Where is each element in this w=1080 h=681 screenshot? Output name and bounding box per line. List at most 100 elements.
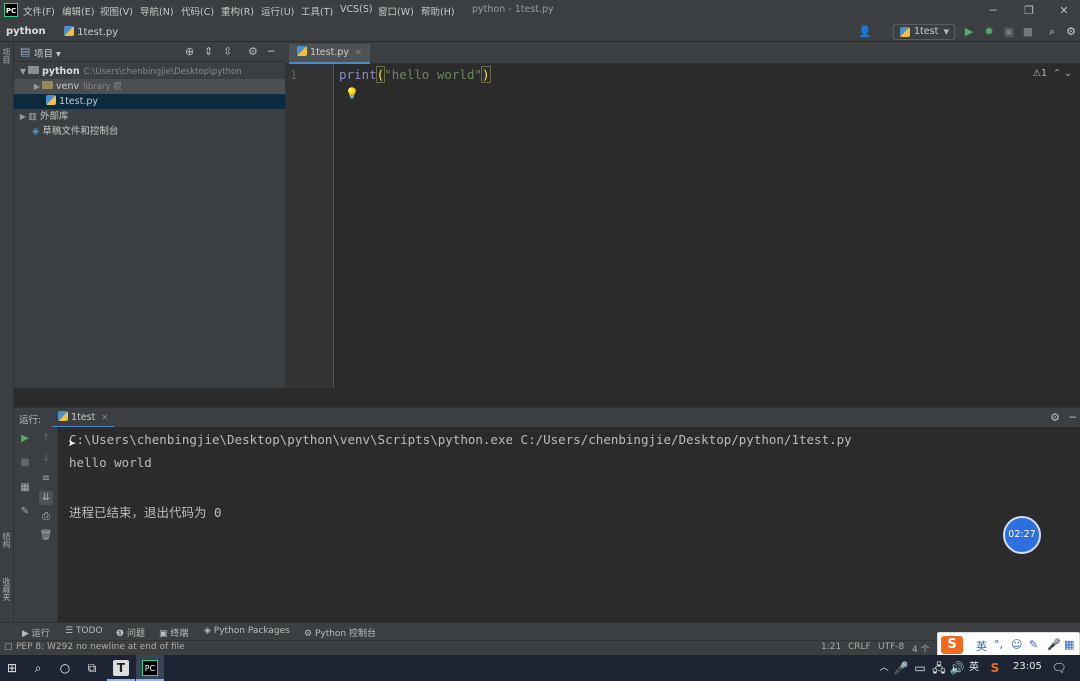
trash-icon[interactable]: 🗑 — [39, 529, 53, 543]
tool-python-packages[interactable]: ◈ Python Packages — [204, 626, 290, 636]
taskbar-clock[interactable]: 23:05 — [1013, 661, 1042, 672]
panel-splitter[interactable] — [14, 388, 1080, 408]
menu-edit[interactable]: 编辑(E) — [62, 4, 94, 18]
close-button[interactable]: ✕ — [1049, 2, 1079, 20]
soft-wrap-icon[interactable]: ≡ — [39, 472, 53, 486]
gear-icon[interactable]: ⚙ — [1050, 411, 1060, 424]
line-separator[interactable]: CRLF — [848, 642, 871, 652]
down-arrow-icon[interactable]: ↓ — [39, 452, 53, 466]
indent-setting[interactable]: 4 个 — [912, 642, 930, 655]
volume-icon[interactable]: 🔊 — [949, 660, 965, 676]
sogou-tray-icon[interactable]: S — [987, 660, 1003, 676]
tool-todo[interactable]: ☰ TODO — [65, 626, 103, 636]
microphone-icon[interactable]: 🎤 — [1047, 638, 1061, 651]
editor-tab-1test-py[interactable]: 1test.py ✕ — [289, 44, 370, 64]
menu-file[interactable]: 文件(F) — [23, 4, 55, 18]
emoji-icon[interactable]: ☺ — [1011, 638, 1022, 651]
chevron-up-icon[interactable]: ︿ — [876, 660, 892, 676]
menu-run[interactable]: 运行(U) — [261, 4, 294, 18]
tree-item-python[interactable]: ▼ python C:\Users\chenbingjie\Desktop\pyth… — [14, 64, 285, 79]
taskbar-app-typora[interactable]: T — [107, 655, 135, 681]
pin-icon[interactable]: ✎ — [18, 505, 32, 519]
locate-icon[interactable]: ⊕ — [185, 45, 194, 58]
run-config-selector[interactable]: 1test ▼ — [893, 24, 955, 40]
editor-gutter — [285, 64, 334, 388]
rerun-icon[interactable]: ▶ — [18, 432, 32, 446]
chevron-down-icon[interactable]: ▼ — [18, 64, 28, 79]
run-console[interactable]: C:\Users\chenbingjie\Desktop\python\venv… — [58, 427, 1080, 622]
close-tab-icon[interactable]: ✕ — [355, 48, 362, 57]
taskbar-app-pycharm[interactable]: PC — [136, 655, 164, 681]
tool-terminal[interactable]: ▣ 终端 — [159, 626, 188, 639]
menu-tools[interactable]: 工具(T) — [301, 4, 333, 18]
tree-item-external-libraries[interactable]: ▶ ▥ 外部库 — [14, 109, 285, 124]
recording-timer[interactable]: 02:27 — [1003, 516, 1041, 554]
scroll-to-end-icon[interactable]: ⇊ — [39, 491, 53, 505]
menu-help[interactable]: 帮助(H) — [421, 4, 455, 18]
inspection-widget[interactable]: ⚠1 ⌃ ⌄ — [1032, 68, 1072, 79]
stripe-favorites[interactable]: 收藏夹 — [1, 577, 12, 601]
print-icon[interactable]: ⎙ — [39, 510, 53, 524]
pen-icon[interactable]: ✎ — [1029, 638, 1038, 651]
cortana-icon[interactable]: ○ — [57, 660, 73, 676]
stop-icon[interactable]: ■ — [1021, 25, 1035, 39]
chevron-right-icon[interactable]: ▶ — [32, 79, 42, 94]
caret-position[interactable]: 1:21 — [821, 642, 841, 652]
status-toggle-icon[interactable]: ▢ — [4, 642, 13, 652]
run-tab-1test[interactable]: 1test ✕ — [52, 408, 115, 428]
ime-language[interactable]: 英 — [976, 638, 987, 654]
tree-item-scratches[interactable]: ◈ 草稿文件和控制台 — [14, 124, 285, 139]
restore-button[interactable]: ❐ — [1014, 2, 1044, 20]
search-icon[interactable]: ⌕ — [1045, 25, 1059, 39]
collapse-all-icon[interactable]: ⇳ — [223, 45, 232, 58]
tool-run[interactable]: ▶ 运行 — [22, 626, 50, 639]
lightbulb-icon[interactable]: 💡 — [345, 87, 359, 100]
task-view-icon[interactable]: ⧉ — [84, 660, 100, 676]
breadcrumb-project[interactable]: python — [6, 26, 46, 37]
minimize-button[interactable]: ─ — [978, 2, 1008, 20]
microphone-icon[interactable]: 🎤 — [893, 660, 909, 676]
menu-vcs[interactable]: VCS(S) — [340, 4, 373, 15]
code-editor[interactable]: print("hello world") — [335, 64, 1080, 388]
project-panel-title[interactable]: 项目 ▾ — [34, 46, 61, 60]
stop-icon[interactable]: ■ — [18, 456, 32, 470]
gear-icon[interactable]: ⚙ — [248, 45, 258, 58]
up-arrow-icon[interactable]: ↑ — [39, 432, 53, 446]
hide-icon[interactable]: ─ — [1069, 411, 1076, 424]
window-title: python - 1test.py — [472, 4, 554, 15]
hide-icon[interactable]: ─ — [268, 45, 275, 58]
menu-refactor[interactable]: 重构(R) — [221, 4, 254, 18]
menu-view[interactable]: 视图(V) — [100, 4, 133, 18]
menu-navigate[interactable]: 导航(N) — [140, 4, 174, 18]
layout-icon[interactable]: ▦ — [18, 481, 32, 495]
punctuation-icon[interactable]: °, — [994, 638, 1003, 651]
tool-problems[interactable]: ❶ 问题 — [116, 626, 145, 639]
tree-item-1test-py[interactable]: 1test.py — [14, 94, 285, 109]
stripe-structure[interactable]: 结构 — [1, 532, 12, 548]
settings-icon[interactable]: ⚙ — [1064, 25, 1078, 39]
menu-window[interactable]: 窗口(W) — [378, 4, 414, 18]
tool-python-console[interactable]: ⚙ Python 控制台 — [304, 626, 376, 639]
stripe-project[interactable]: 项目 — [1, 48, 12, 64]
code-line[interactable]: print("hello world") — [339, 66, 491, 83]
network-icon[interactable]: 🖧 — [931, 660, 947, 676]
file-encoding[interactable]: UTF-8 — [878, 642, 904, 652]
breadcrumb-file[interactable]: 1test.py — [64, 26, 118, 38]
chevron-right-icon[interactable]: ▶ — [18, 109, 28, 124]
close-tab-icon[interactable]: ✕ — [101, 413, 108, 422]
notification-icon[interactable]: 🗨 — [1051, 660, 1067, 676]
sogou-logo-icon[interactable]: S — [941, 636, 963, 654]
coverage-icon[interactable]: ▣ — [1002, 25, 1016, 39]
run-icon[interactable]: ▶ — [962, 25, 976, 39]
grid-icon[interactable]: ▦ — [1064, 638, 1074, 651]
debug-icon[interactable]: ✹ — [982, 25, 996, 39]
windows-start-icon[interactable]: ⊞ — [4, 660, 20, 676]
tree-item-venv[interactable]: ▶ venv library 根 — [14, 79, 285, 94]
input-language[interactable]: 英 — [966, 660, 982, 676]
user-icon[interactable]: 👤 — [858, 25, 872, 39]
expand-all-icon[interactable]: ⇕ — [204, 45, 213, 58]
code-function: print — [339, 67, 377, 82]
search-icon[interactable]: ⌕ — [30, 660, 46, 676]
battery-icon[interactable]: ▭ — [912, 660, 928, 676]
menu-code[interactable]: 代码(C) — [181, 4, 214, 18]
